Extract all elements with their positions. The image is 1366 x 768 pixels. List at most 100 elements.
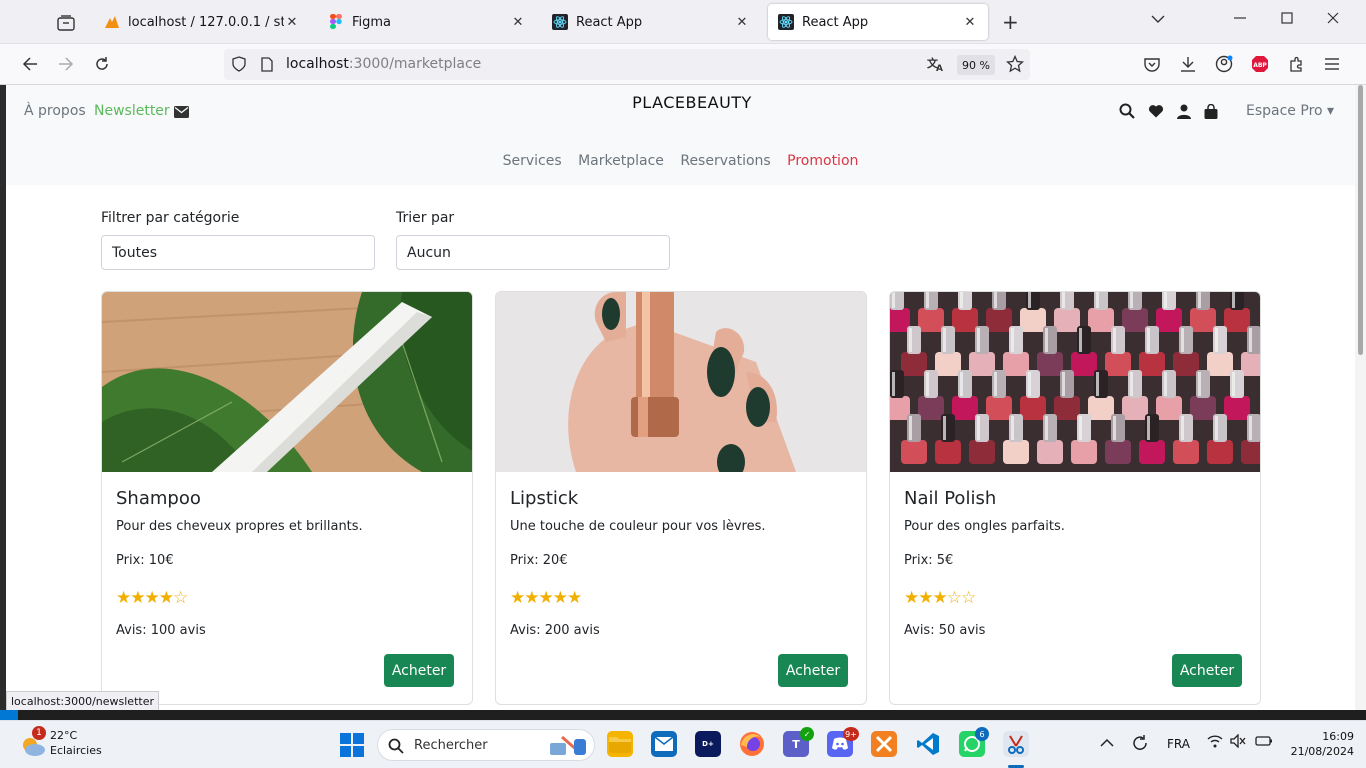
- product-price: Prix: 5€: [904, 553, 954, 568]
- phpmyadmin-icon: [104, 14, 120, 30]
- star-bookmark-icon[interactable]: [1005, 54, 1025, 77]
- clock-time: 16:09: [1322, 730, 1354, 743]
- search-icon[interactable]: [1119, 103, 1135, 119]
- speaker-muted-icon[interactable]: [1230, 733, 1246, 751]
- wifi-icon[interactable]: [1207, 734, 1223, 751]
- tab-title: React App: [576, 14, 643, 30]
- address-bar[interactable]: localhost:3000/marketplace 文A 90 %: [224, 49, 1030, 80]
- product-image-nail-polish: [890, 292, 1260, 472]
- product-description: Une touche de couleur pour vos lèvres.: [510, 519, 766, 534]
- status-link-preview: localhost:3000/newsletter: [6, 691, 159, 711]
- scrollbar-thumb[interactable]: [1358, 85, 1363, 355]
- snipping-tool-icon[interactable]: [1003, 731, 1029, 757]
- new-tab-button[interactable]: +: [1002, 10, 1019, 34]
- page-scrollbar[interactable]: [1355, 85, 1366, 710]
- firefox-icon[interactable]: [739, 731, 765, 757]
- background-editor-status-strip: [0, 710, 1366, 720]
- nav-services[interactable]: Services: [503, 153, 562, 169]
- browser-tab-bar: localhost / 127.0.0.1 / stage | ph ✕ Fig…: [0, 0, 1366, 44]
- windows-start-icon[interactable]: [340, 733, 364, 761]
- translate-icon[interactable]: 文A: [927, 56, 945, 76]
- clock[interactable]: 16:09 21/08/2024: [1284, 729, 1354, 759]
- nav-promotion[interactable]: Promotion: [787, 153, 858, 169]
- react-icon: [552, 14, 568, 30]
- pocket-icon[interactable]: [1141, 53, 1163, 75]
- product-reviews: Avis: 200 avis: [510, 623, 600, 638]
- product-card-nail-polish: Nail Polish Pour des ongles parfaits. Pr…: [889, 291, 1261, 705]
- shopping-bag-icon[interactable]: [1203, 103, 1219, 119]
- react-icon: [778, 14, 794, 30]
- tab-figma[interactable]: Figma ✕: [318, 4, 536, 40]
- whatsapp-badge: 6: [975, 727, 989, 741]
- url-host: localhost: [286, 56, 349, 72]
- product-reviews: Avis: 50 avis: [904, 623, 986, 638]
- file-explorer-icon[interactable]: [607, 731, 633, 757]
- tab-title: React App: [802, 14, 869, 30]
- web-page: À propos Newsletter PLACEBEAUTY Espace P…: [6, 85, 1355, 710]
- svg-text:ABP: ABP: [1253, 62, 1267, 69]
- close-tab-icon[interactable]: ✕: [962, 15, 978, 30]
- product-description: Pour des cheveux propres et brillants.: [116, 519, 363, 534]
- minimize-icon[interactable]: [1234, 12, 1246, 28]
- user-icon[interactable]: [1176, 103, 1192, 119]
- adblock-icon[interactable]: ABP: [1249, 53, 1271, 75]
- sort-select[interactable]: Aucun: [396, 235, 670, 270]
- taskbar-search[interactable]: Rechercher: [377, 729, 595, 761]
- figma-icon: [328, 14, 344, 30]
- product-reviews: Avis: 100 avis: [116, 623, 206, 638]
- espace-pro-dropdown[interactable]: Espace Pro ▾: [1246, 103, 1334, 119]
- close-tab-icon[interactable]: ✕: [734, 15, 750, 30]
- close-window-icon[interactable]: [1327, 12, 1339, 28]
- buy-button[interactable]: Acheter: [778, 654, 848, 687]
- windows-taskbar: 1 22°C Eclaircies Rechercher D+ T ✓ 9+ 6…: [0, 720, 1366, 768]
- category-filter-label: Filtrer par catégorie: [101, 210, 240, 226]
- account-icon[interactable]: [1213, 53, 1235, 75]
- mail-icon[interactable]: [651, 731, 677, 757]
- vscode-icon[interactable]: [915, 731, 941, 757]
- tray-chevron-up-icon[interactable]: [1100, 737, 1114, 751]
- buy-button[interactable]: Acheter: [384, 654, 454, 687]
- close-tab-icon[interactable]: ✕: [284, 15, 300, 30]
- reload-icon[interactable]: [91, 53, 113, 75]
- back-arrow-icon[interactable]: [19, 53, 41, 75]
- tab-react-app-2[interactable]: React App ✕: [768, 4, 988, 40]
- star-rating: ★★★☆☆: [904, 588, 976, 608]
- download-icon[interactable]: [1177, 53, 1199, 75]
- menu-hamburger-icon[interactable]: [1321, 53, 1343, 75]
- nav-reservations[interactable]: Reservations: [680, 153, 770, 169]
- site-header: À propos Newsletter PLACEBEAUTY Espace P…: [6, 85, 1355, 185]
- xampp-icon[interactable]: [871, 731, 897, 757]
- clock-date: 21/08/2024: [1290, 745, 1354, 758]
- product-image-lipstick: [496, 292, 866, 472]
- heart-icon[interactable]: [1148, 103, 1164, 119]
- product-name: Shampoo: [116, 488, 201, 509]
- maximize-icon[interactable]: [1281, 12, 1293, 28]
- close-tab-icon[interactable]: ✕: [510, 15, 526, 30]
- tab-react-app-1[interactable]: React App ✕: [542, 4, 760, 40]
- sort-label: Trier par: [396, 210, 455, 226]
- nav-marketplace[interactable]: Marketplace: [578, 153, 664, 169]
- input-language[interactable]: FRA: [1167, 737, 1190, 751]
- zoom-level[interactable]: 90 %: [957, 55, 995, 75]
- url-text[interactable]: localhost:3000/marketplace: [286, 56, 481, 72]
- product-card-lipstick: Lipstick Une touche de couleur pour vos …: [495, 291, 867, 705]
- product-description: Pour des ongles parfaits.: [904, 519, 1065, 534]
- disney-plus-icon[interactable]: D+: [695, 731, 721, 757]
- tab-list-chevron-icon[interactable]: [1151, 12, 1165, 28]
- page-icon[interactable]: [261, 57, 273, 76]
- buy-button[interactable]: Acheter: [1172, 654, 1242, 687]
- weather-widget[interactable]: 1 22°C Eclaircies: [20, 726, 130, 763]
- sync-icon[interactable]: [1130, 734, 1150, 755]
- discord-badge: 9+: [843, 727, 859, 741]
- category-filter-select[interactable]: Toutes: [101, 235, 375, 270]
- weather-badge: 1: [32, 726, 46, 740]
- url-path: :3000/marketplace: [348, 56, 482, 72]
- shield-icon[interactable]: [232, 56, 246, 76]
- tab-overview-icon[interactable]: [52, 12, 80, 34]
- extensions-icon[interactable]: [1285, 53, 1307, 75]
- tab-phpmyadmin[interactable]: localhost / 127.0.0.1 / stage | ph ✕: [94, 4, 310, 40]
- search-icon: [388, 738, 404, 754]
- forward-arrow-icon[interactable]: [55, 53, 77, 75]
- battery-icon[interactable]: [1255, 734, 1273, 751]
- product-price: Prix: 10€: [116, 553, 174, 568]
